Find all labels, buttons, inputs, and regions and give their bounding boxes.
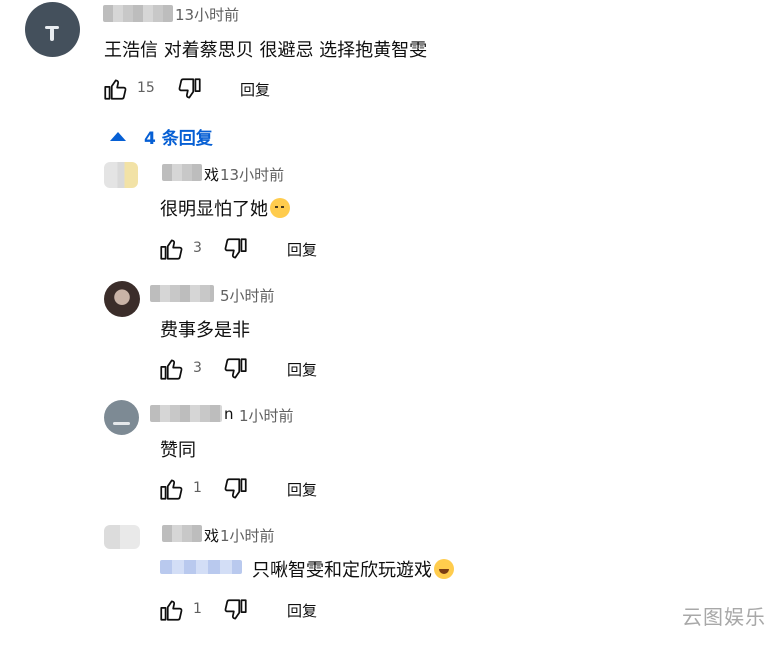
like-count: 3 xyxy=(193,360,202,376)
thumb-down-icon xyxy=(178,78,201,99)
watermark: 云图娱乐 xyxy=(682,605,766,629)
redacted-username xyxy=(103,5,173,22)
reply-time: 5小时前 xyxy=(220,287,275,305)
like-count: 1 xyxy=(193,480,202,496)
redacted-username xyxy=(162,525,202,542)
avatar[interactable] xyxy=(104,525,140,549)
redacted-username xyxy=(150,285,214,302)
rolling-on-floor-laughing-emoji xyxy=(434,559,454,579)
thumb-up-icon xyxy=(160,239,183,260)
reply-button[interactable]: 回复 xyxy=(287,239,317,260)
like-button[interactable] xyxy=(158,476,184,502)
sleepy-face-emoji xyxy=(270,198,290,218)
dislike-button[interactable] xyxy=(223,597,249,623)
thumb-down-icon xyxy=(224,478,247,499)
thumb-up-icon xyxy=(160,479,183,500)
dislike-button[interactable] xyxy=(177,76,203,102)
replies-toggle[interactable]: 4 条回复 xyxy=(110,125,213,149)
thumb-up-icon xyxy=(160,359,183,380)
replies-count-label: 4 条回复 xyxy=(144,128,213,149)
username-suffix: 戏 xyxy=(204,527,220,545)
reply-text: 很明显怕了她 xyxy=(160,195,290,221)
thumb-up-icon xyxy=(104,79,127,100)
comment-thread: { "main_comment": { "time": "13小时前", "te… xyxy=(0,0,778,646)
thumb-down-icon xyxy=(224,238,247,259)
avatar[interactable] xyxy=(25,2,80,57)
like-button[interactable] xyxy=(158,597,184,623)
reply-text-content: 很明显怕了她 xyxy=(160,199,268,220)
reply-button[interactable]: 回复 xyxy=(287,359,317,380)
reply-button[interactable]: 回复 xyxy=(287,479,317,500)
redacted-username xyxy=(162,164,202,181)
like-count: 1 xyxy=(193,601,202,617)
reply-button[interactable]: 回复 xyxy=(287,600,317,621)
comment-text: 王浩信 对着蔡思贝 很避忌 选择抱黄智雯 xyxy=(104,40,428,61)
reply-text: 赞同 xyxy=(160,440,196,461)
dislike-button[interactable] xyxy=(223,356,249,382)
thumb-down-icon xyxy=(224,358,247,379)
avatar-mark-stem xyxy=(50,28,54,41)
reply-text: 只啾智雯和定欣玩遊戏 xyxy=(252,556,454,582)
redacted-username xyxy=(150,405,222,422)
like-button[interactable] xyxy=(158,356,184,382)
reply-time: 13小时前 xyxy=(220,166,285,184)
reply-text: 费事多是非 xyxy=(160,320,250,341)
thumb-down-icon xyxy=(224,599,247,620)
like-button[interactable] xyxy=(102,76,128,102)
username-suffix: n xyxy=(224,405,234,423)
comment-time: 13小时前 xyxy=(175,6,240,24)
like-button[interactable] xyxy=(158,236,184,262)
redacted-mention xyxy=(160,560,242,574)
dislike-button[interactable] xyxy=(223,476,249,502)
username-suffix: 戏 xyxy=(204,166,220,184)
like-count: 15 xyxy=(137,80,155,96)
reply-text-content: 只啾智雯和定欣玩遊戏 xyxy=(252,560,432,581)
reply-time: 1小时前 xyxy=(239,407,294,425)
reply-time: 1小时前 xyxy=(220,527,275,545)
dislike-button[interactable] xyxy=(223,236,249,262)
avatar[interactable] xyxy=(104,281,140,317)
thumb-up-icon xyxy=(160,600,183,621)
triangle-up-icon xyxy=(110,131,126,141)
avatar[interactable] xyxy=(104,400,139,435)
reply-button[interactable]: 回复 xyxy=(240,79,270,100)
like-count: 3 xyxy=(193,240,202,256)
avatar[interactable] xyxy=(104,162,138,188)
